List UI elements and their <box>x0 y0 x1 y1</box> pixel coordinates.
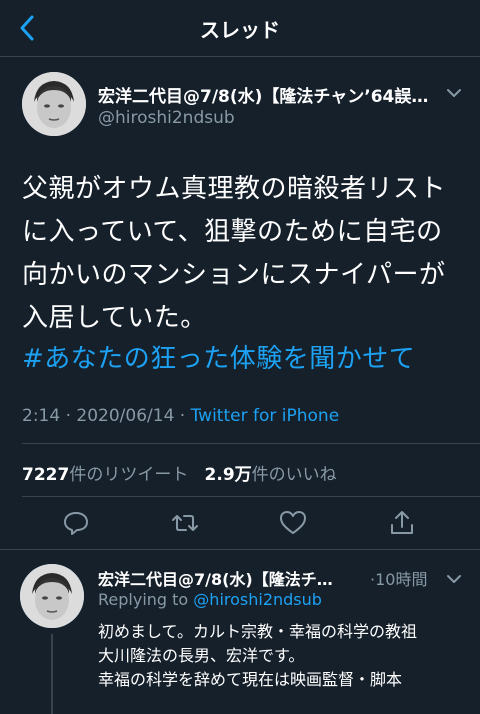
chevron-down-icon[interactable] <box>446 570 462 583</box>
user-handle[interactable]: @hiroshi2ndsub <box>98 108 235 128</box>
chevron-down-icon[interactable] <box>446 84 462 97</box>
retweet-label[interactable]: 件のリツイート <box>69 465 188 485</box>
tweet-meta: 2:14 · 2020/06/14 · Twitter for iPhone <box>22 406 340 426</box>
engagement-stats: 7227件のリツイート 2.9万件のいいね <box>22 460 337 485</box>
like-count[interactable]: 2.9万 <box>205 465 252 485</box>
display-name[interactable]: 宏洋二代目@7/8(水)【隆法チャン’64誤… <box>98 82 438 107</box>
retweet-icon[interactable] <box>170 508 200 538</box>
navigation-bar: スレッド <box>0 0 480 57</box>
reply-text: 初めまして。カルト宗教・幸福の科学の教祖 大川隆法の長男、宏洋です。 幸福の科学… <box>98 622 418 689</box>
action-bar <box>0 508 480 552</box>
thread-line <box>51 634 53 714</box>
avatar[interactable] <box>20 564 84 628</box>
replying-to: Replying to @hiroshi2ndsub <box>98 590 322 609</box>
divider <box>22 496 480 497</box>
tweet-date: 2020/06/14 <box>76 406 175 426</box>
reply-tweet[interactable]: 宏洋二代目@7/8(水)【隆法チ… ·10時間 Replying to @hir… <box>0 550 480 714</box>
tweet-text: 父親がオウム真理教の暗殺者リストに入っていて、狙撃のために自宅の向かいのマンショ… <box>22 174 447 333</box>
tweet-time: 2:14 <box>22 406 61 426</box>
page-title: スレッド <box>200 18 280 42</box>
like-label[interactable]: 件のいいね <box>252 465 337 485</box>
retweet-count[interactable]: 7227 <box>22 465 69 485</box>
reply-time: ·10時間 <box>370 570 428 589</box>
reply-icon[interactable] <box>61 508 91 538</box>
avatar[interactable] <box>22 72 86 136</box>
share-icon[interactable] <box>387 508 417 538</box>
tweet-source-link[interactable]: Twitter for iPhone <box>191 406 340 426</box>
like-icon[interactable] <box>278 508 308 538</box>
hashtag-link[interactable]: #あなたの狂った体験を聞かせて <box>22 338 415 375</box>
display-name[interactable]: 宏洋二代目@7/8(水)【隆法チ… <box>98 566 368 590</box>
divider <box>22 443 480 444</box>
mention-link[interactable]: @hiroshi2ndsub <box>193 590 322 609</box>
